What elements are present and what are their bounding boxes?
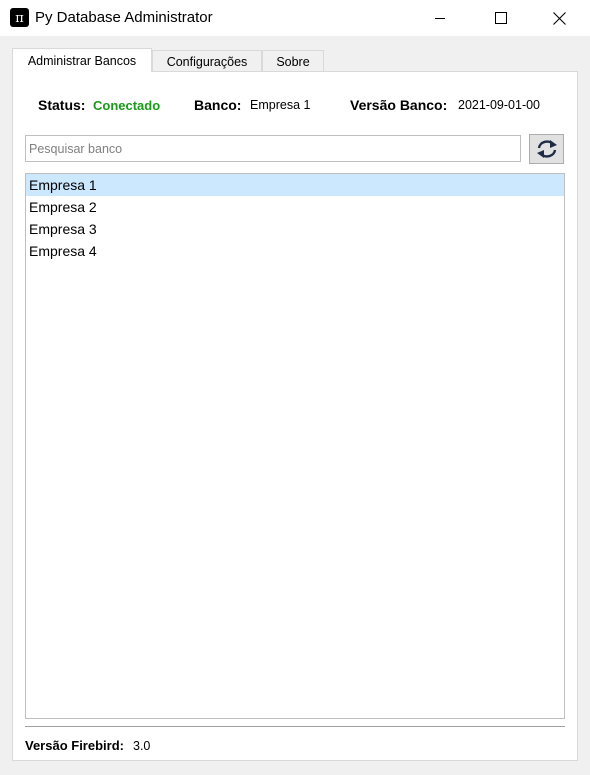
tab-configuracoes[interactable]: Configurações xyxy=(152,50,262,72)
window-title: Py Database Administrator xyxy=(35,9,213,26)
footer-divider xyxy=(25,726,565,727)
database-list[interactable]: Empresa 1 Empresa 2 Empresa 3 Empresa 4 xyxy=(25,173,565,719)
list-item-empresa-4[interactable]: Empresa 4 xyxy=(26,240,564,262)
search-input[interactable] xyxy=(25,135,521,162)
minimize-icon xyxy=(435,18,445,19)
firebird-version-label: Versão Firebird: xyxy=(25,738,124,753)
refresh-button[interactable] xyxy=(529,134,564,164)
title-bar[interactable]: π Py Database Administrator xyxy=(0,0,590,36)
maximize-icon xyxy=(495,12,507,24)
status-value: Conectado xyxy=(93,98,161,113)
close-icon xyxy=(552,11,566,25)
tab-panel-administrar-bancos: Status: Conectado Banco: Empresa 1 Versã… xyxy=(12,71,578,761)
tab-administrar-bancos[interactable]: Administrar Bancos xyxy=(12,48,152,72)
status-label: Status: xyxy=(38,97,86,113)
list-item-empresa-3[interactable]: Empresa 3 xyxy=(26,218,564,240)
versao-banco-value: 2021-09-01-00 xyxy=(458,98,541,112)
status-row: Status: Conectado Banco: Empresa 1 Versã… xyxy=(13,97,579,115)
banco-label: Banco: xyxy=(194,97,242,113)
refresh-icon xyxy=(536,140,557,158)
close-button[interactable] xyxy=(536,0,582,36)
list-item-empresa-1[interactable]: Empresa 1 xyxy=(26,174,564,196)
minimize-button[interactable] xyxy=(417,0,463,36)
tab-sobre[interactable]: Sobre xyxy=(262,50,324,72)
maximize-button[interactable] xyxy=(478,0,524,36)
firebird-version-value: 3.0 xyxy=(133,739,151,753)
pi-icon: π xyxy=(10,8,29,27)
svg-text:π: π xyxy=(15,11,24,26)
list-item-empresa-2[interactable]: Empresa 2 xyxy=(26,196,564,218)
banco-value: Empresa 1 xyxy=(250,98,311,112)
app-window: π Py Database Administrator Administrar … xyxy=(0,0,590,775)
versao-banco-label: Versão Banco: xyxy=(350,97,448,113)
